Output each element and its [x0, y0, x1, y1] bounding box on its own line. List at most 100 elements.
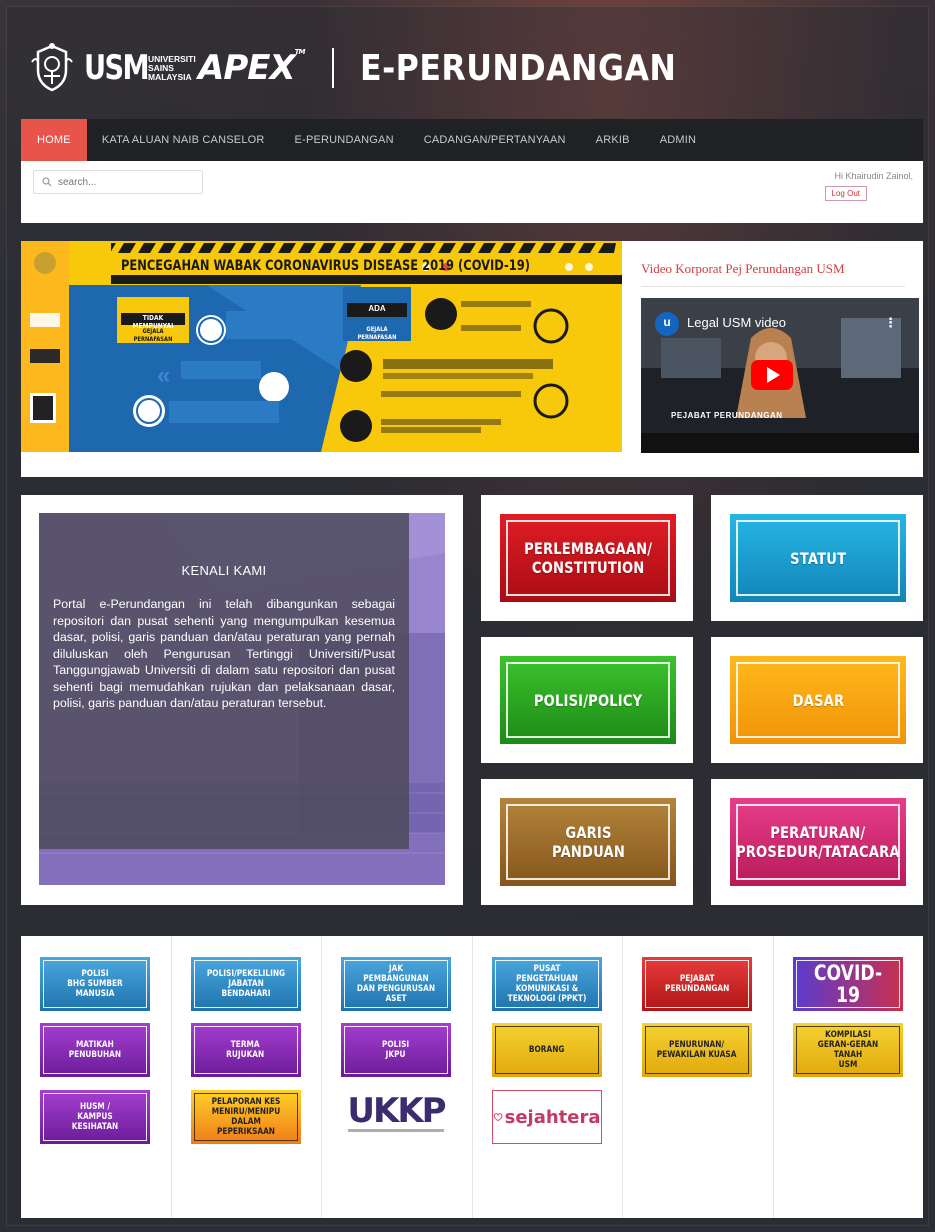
user-greeting: Hi Khairudin Zainol, — [834, 171, 913, 181]
link-sejahtera[interactable]: sejahtera — [491, 1090, 602, 1144]
video-title[interactable]: Legal USM video — [687, 315, 786, 330]
link-terma-rujukan[interactable]: TERMA RUJUKAN — [190, 1023, 301, 1077]
nav-admin[interactable]: ADMIN — [645, 119, 711, 161]
about-text: Portal e-Perundangan ini telah dibangunk… — [53, 597, 395, 710]
link-label: JAK PEMBANGUNAN DAN PENGURUSAN ASET — [356, 964, 436, 1004]
nav-kata-aluan[interactable]: KATA ALUAN NAIB CANSELOR — [87, 119, 280, 161]
covid-banner[interactable]: « PENCEGAHAN WABAK CORONAVIRUS DISEASE 2… — [21, 241, 622, 452]
link-pelaporan-kes[interactable]: PELAPORAN KES MENIRU/MENIPU DALAM PEPERI… — [190, 1090, 301, 1144]
about-title: KENALI KAMI — [181, 563, 267, 578]
links-column-1: POLISI BHG SUMBER MANUSIA MATIKAH PENUBU… — [21, 936, 172, 1218]
link-ukkp[interactable]: UKKP — [341, 1086, 451, 1140]
dasar-label: DASAR — [792, 690, 844, 710]
link-covid-19[interactable]: COVID-19 — [792, 957, 903, 1011]
banner-area: « PENCEGAHAN WABAK CORONAVIRUS DISEASE 2… — [21, 241, 923, 477]
tile-garis-panduan: GARIS PANDUAN — [481, 779, 693, 905]
banner-badge-right-sub: GEJALA PERNAFASAN — [357, 325, 397, 341]
link-label: PELAPORAN KES MENIRU/MENIPU DALAM PEPERI… — [211, 1097, 280, 1137]
tile-dasar: DASAR — [711, 637, 923, 763]
apex-logo: APEXTM — [198, 48, 306, 88]
about-overlay: KENALI KAMI Portal e-Perundangan ini tel… — [39, 513, 409, 849]
link-polisi-sumber-manusia[interactable]: POLISI BHG SUMBER MANUSIA — [40, 957, 150, 1011]
polisi-label: POLISI/POLICY — [533, 690, 643, 710]
link-label: PUSAT PENGETAHUAN KOMUNIKASI & TEKNOLOGI… — [507, 964, 586, 1004]
nav-arkib[interactable]: ARKIB — [581, 119, 645, 161]
tile-peraturan: PERATURAN/ PROSEDUR/TATACARA — [711, 779, 923, 905]
ukkp-tagline-mark — [348, 1128, 444, 1132]
banner-headline: PENCEGAHAN WABAK CORONAVIRUS DISEASE 201… — [121, 258, 531, 274]
links-column-6: COVID-19 KOMPILASI GERAN-GERAN TANAH USM — [774, 936, 924, 1218]
main-nav: HOME KATA ALUAN NAIB CANSELOR E-PERUNDAN… — [21, 119, 923, 161]
link-polisi-bendahari[interactable]: POLISI/PEKELILING JABATAN BENDAHARI — [190, 957, 301, 1011]
usm-mark: USM — [84, 48, 150, 88]
tile-perlembagaan: PERLEMBAGAAN/ CONSTITUTION — [481, 495, 693, 621]
logout-button[interactable]: Log Out — [824, 186, 867, 201]
usm-logo[interactable]: USM UNIVERSITI SAINS MALAYSIA — [84, 48, 196, 88]
link-matikah-penubuhan[interactable]: MATIKAH PENUBUHAN — [40, 1023, 150, 1077]
link-label: BORANG — [528, 1045, 565, 1055]
link-jak-pembangunan[interactable]: JAK PEMBANGUNAN DAN PENGURUSAN ASET — [341, 957, 451, 1011]
usm-subtitle: UNIVERSITI SAINS MALAYSIA — [148, 53, 196, 82]
link-label: COVID-19 — [813, 961, 882, 1007]
header-divider — [332, 48, 335, 88]
search-box[interactable] — [33, 170, 203, 194]
video-player[interactable]: u Legal USM video ⋮ PEJABAT PERUNDANGAN — [641, 298, 919, 453]
link-label: POLISI/PEKELILING JABATAN BENDAHARI — [206, 969, 285, 999]
link-borang[interactable]: BORANG — [491, 1023, 602, 1077]
link-label: HUSM / KAMPUS KESIHATAN — [71, 1102, 119, 1132]
link-husm[interactable]: HUSM / KAMPUS KESIHATAN — [40, 1090, 150, 1144]
sejahtera-logo: sejahtera — [504, 1106, 601, 1128]
tile-polisi: POLISI/POLICY — [481, 637, 693, 763]
statut-button[interactable]: STATUT — [730, 514, 906, 602]
perlembagaan-button[interactable]: PERLEMBAGAAN/ CONSTITUTION — [500, 514, 676, 602]
banner-badge-right: ADA — [368, 304, 386, 313]
link-label: PEJABAT PERUNDANGAN — [664, 974, 730, 994]
search-input[interactable] — [58, 176, 188, 188]
link-label: KOMPILASI GERAN-GERAN TANAH USM — [817, 1030, 878, 1070]
garis-panduan-button[interactable]: GARIS PANDUAN — [500, 798, 676, 886]
link-penurunan-kuasa[interactable]: PENURUNAN/ PEWAKILAN KUASA — [642, 1023, 752, 1077]
video-section-title: Video Korporat Pej Perundangan USM — [641, 261, 845, 276]
usm-crest-icon — [31, 43, 73, 92]
link-label: MATIKAH PENUBUHAN — [68, 1040, 122, 1060]
video-title-divider — [641, 286, 905, 287]
peraturan-button[interactable]: PERATURAN/ PROSEDUR/TATACARA — [730, 798, 906, 886]
banner-badge-left-top — [122, 302, 188, 308]
perlembagaan-label: PERLEMBAGAAN/ CONSTITUTION — [523, 539, 653, 577]
statut-label: STATUT — [789, 548, 847, 568]
link-label: TERMA RUJUKAN — [226, 1040, 265, 1060]
polisi-button[interactable]: POLISI/POLICY — [500, 656, 676, 744]
link-pejabat-perundangan[interactable]: PEJABAT PERUNDANGAN — [642, 957, 752, 1011]
svg-text:«: « — [157, 362, 170, 389]
garis-panduan-label: GARIS PANDUAN — [551, 823, 625, 861]
heart-icon — [493, 1113, 502, 1122]
more-options-icon[interactable]: ⋮ — [884, 315, 897, 331]
nav-cadangan[interactable]: CADANGAN/PERTANYAAN — [409, 119, 581, 161]
links-column-4: PUSAT PENGETAHUAN KOMUNIKASI & TEKNOLOGI… — [473, 936, 623, 1218]
search-bar: Hi Khairudin Zainol, Log Out — [21, 161, 923, 223]
link-ppkt[interactable]: PUSAT PENGETAHUAN KOMUNIKASI & TEKNOLOGI… — [491, 957, 602, 1011]
link-polisi-jkpu[interactable]: POLISI JKPU — [341, 1023, 451, 1077]
links-column-2: POLISI/PEKELILING JABATAN BENDAHARI TERM… — [172, 936, 322, 1218]
video-caption: PEJABAT PERUNDANGAN — [671, 411, 783, 420]
link-kompilasi-geran[interactable]: KOMPILASI GERAN-GERAN TANAH USM — [792, 1023, 903, 1077]
ukkp-logo: UKKP — [347, 1090, 446, 1131]
about-card: KENALI KAMI Portal e-Perundangan ini tel… — [21, 495, 463, 905]
peraturan-label: PERATURAN/ PROSEDUR/TATACARA — [736, 823, 900, 861]
site-header: USM UNIVERSITI SAINS MALAYSIA APEXTM E-P… — [30, 40, 720, 96]
links-column-3: JAK PEMBANGUNAN DAN PENGURUSAN ASET POLI… — [322, 936, 473, 1218]
tile-statut: STATUT — [711, 495, 923, 621]
nav-home[interactable]: HOME — [21, 119, 87, 161]
dasar-button[interactable]: DASAR — [730, 656, 906, 744]
banner-badge-left-sub: GEJALA PERNAFASAN — [133, 327, 173, 343]
link-label: PENURUNAN/ PEWAKILAN KUASA — [657, 1040, 737, 1060]
link-label: POLISI JKPU — [382, 1040, 410, 1060]
search-icon — [42, 177, 52, 187]
channel-avatar: u — [663, 315, 671, 329]
apex-trademark: TM — [294, 48, 306, 56]
apex-logo-text: APEX — [198, 48, 296, 88]
quick-links-panel: POLISI BHG SUMBER MANUSIA MATIKAH PENUBU… — [21, 936, 923, 1218]
site-title: E-PERUNDANGAN — [360, 47, 677, 89]
link-label: POLISI BHG SUMBER MANUSIA — [67, 969, 123, 999]
nav-e-perundangan[interactable]: E-PERUNDANGAN — [280, 119, 409, 161]
